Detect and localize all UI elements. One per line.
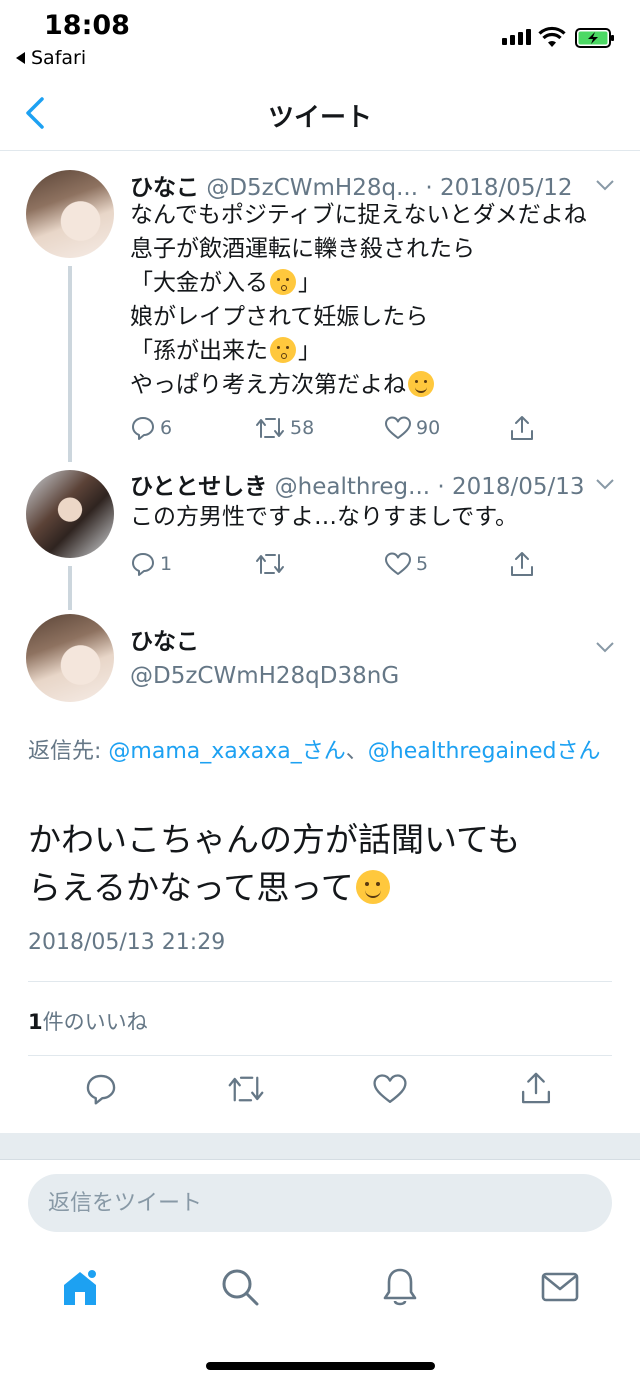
tab-bar bbox=[0, 1249, 640, 1329]
retweet-icon bbox=[256, 418, 284, 438]
divider bbox=[28, 981, 612, 982]
tweet-header: ひととせしき @healthreg... · 2018/05/13 bbox=[130, 467, 585, 501]
notifications-icon[interactable] bbox=[378, 1265, 422, 1309]
tweet-line-part: 」 bbox=[298, 338, 321, 364]
tweet-line: 息子が飲酒運転に轢き殺されたら bbox=[130, 236, 475, 262]
like-button[interactable]: 90 bbox=[384, 415, 508, 441]
section-separator bbox=[0, 1133, 640, 1159]
tweet-header: ひなこ @D5zCWmH28q... · 2018/05/12 bbox=[130, 168, 573, 202]
chevron-down-icon[interactable] bbox=[594, 477, 616, 491]
tweet-meta: @healthreg... · 2018/05/13 bbox=[274, 474, 585, 500]
reply-button[interactable]: 1 bbox=[130, 551, 254, 577]
reply-composer-bar bbox=[0, 1159, 640, 1249]
reply-to-user-link[interactable]: @healthregainedさん bbox=[368, 739, 601, 764]
share-button[interactable] bbox=[508, 550, 536, 578]
main-tweet-line-part: らえるかなって思って bbox=[28, 868, 354, 907]
battery-charging-icon bbox=[575, 28, 614, 48]
tweet-text: この方男性ですよ…なりすましです。 bbox=[130, 504, 519, 530]
tweet-line-part: 「大金が入る bbox=[130, 270, 268, 296]
retweet-button[interactable] bbox=[254, 551, 384, 577]
avatar[interactable] bbox=[26, 614, 114, 702]
cellular-signal-icon bbox=[502, 29, 531, 45]
likes-count: 1 bbox=[28, 1010, 43, 1034]
likes-summary[interactable]: 1件のいいね bbox=[28, 1006, 148, 1036]
tweet-author-name[interactable]: ひなこ bbox=[130, 625, 399, 659]
share-icon[interactable] bbox=[518, 1070, 554, 1106]
back-app-label: Safari bbox=[31, 47, 87, 69]
reply-to-user-link[interactable]: @mama_xaxaxa_さん bbox=[108, 739, 345, 764]
retweet-icon[interactable] bbox=[226, 1072, 266, 1106]
tweet-author-handle[interactable]: @D5zCWmH28qD38nG bbox=[130, 659, 399, 693]
like-count: 5 bbox=[416, 553, 429, 575]
tweet-line: やっぱり考え方次第だよね bbox=[130, 368, 587, 402]
tweet-line: 「大金が入る 」 bbox=[130, 266, 587, 300]
chevron-down-icon[interactable] bbox=[594, 178, 616, 192]
thread-line bbox=[68, 566, 72, 610]
reply-button[interactable]: 6 bbox=[130, 415, 254, 441]
share-icon bbox=[511, 416, 533, 440]
wifi-icon bbox=[538, 26, 566, 47]
kissing-face-emoji-icon bbox=[270, 337, 296, 363]
avatar[interactable] bbox=[26, 170, 114, 258]
back-to-app-link[interactable]: Safari bbox=[16, 47, 86, 69]
main-tweet-actions bbox=[0, 1072, 640, 1122]
reply-input[interactable] bbox=[28, 1174, 612, 1232]
heart-icon bbox=[385, 552, 411, 575]
main-tweet-text: かわいこちゃんの方が話聞いても らえるかなって思って bbox=[28, 816, 618, 912]
reply-to-separator: 、 bbox=[345, 739, 368, 764]
kissing-face-emoji-icon bbox=[270, 269, 296, 295]
status-bar: 18:08 Safari bbox=[0, 0, 640, 75]
navigation-bar: ツイート bbox=[0, 75, 640, 151]
smiling-face-emoji-icon bbox=[408, 371, 434, 397]
share-button[interactable] bbox=[508, 414, 536, 442]
heart-icon[interactable] bbox=[372, 1072, 408, 1106]
winking-face-emoji-icon bbox=[355, 870, 390, 904]
chevron-down-icon[interactable] bbox=[594, 640, 616, 654]
like-count: 90 bbox=[416, 417, 441, 439]
reply-icon bbox=[132, 417, 154, 440]
tweet-actions: 6 58 90 bbox=[130, 414, 536, 442]
thread-line bbox=[68, 266, 72, 462]
tweet-timestamp: 2018/05/13 21:29 bbox=[28, 930, 226, 955]
reply-count: 6 bbox=[160, 417, 173, 439]
tweet-line: 「孫が出来た 」 bbox=[130, 334, 587, 368]
status-time: 18:08 bbox=[44, 10, 130, 41]
tweet-line-part: やっぱり考え方次第だよね bbox=[130, 372, 406, 398]
heart-icon bbox=[385, 416, 411, 439]
likes-label: 件のいいね bbox=[42, 1010, 148, 1034]
tweet-author-name[interactable]: ひととせしき bbox=[130, 474, 267, 500]
tweet-line: 娘がレイプされて妊娠したら bbox=[130, 304, 429, 330]
retweet-button[interactable]: 58 bbox=[254, 415, 384, 441]
divider bbox=[28, 1055, 612, 1056]
share-icon bbox=[511, 552, 533, 576]
main-tweet-author: ひなこ @D5zCWmH28qD38nG bbox=[130, 625, 399, 693]
home-icon[interactable] bbox=[58, 1265, 102, 1309]
reply-to-line: 返信先: @mama_xaxaxa_さん、@healthregainedさん bbox=[28, 736, 618, 768]
reply-to-prefix: 返信先: bbox=[28, 739, 109, 764]
main-tweet-line: かわいこちゃんの方が話聞いても bbox=[28, 820, 521, 859]
reply-count: 1 bbox=[160, 553, 173, 575]
retweet-icon bbox=[256, 554, 284, 574]
main-tweet-line: らえるかなって思って bbox=[28, 864, 618, 912]
tweet-text: なんでもポジティブに捉えないとダメだよね 息子が飲酒運転に轢き殺されたら 「大金… bbox=[130, 198, 587, 402]
tweet-line-part: 」 bbox=[298, 270, 321, 296]
tweet-actions: 1 5 bbox=[130, 550, 536, 578]
search-icon[interactable] bbox=[218, 1265, 262, 1309]
retweet-count: 58 bbox=[290, 417, 315, 439]
tweet-line-part: 「孫が出来た bbox=[130, 338, 268, 364]
messages-icon[interactable] bbox=[538, 1265, 582, 1309]
reply-icon bbox=[132, 553, 154, 576]
page-title: ツイート bbox=[267, 103, 372, 133]
reply-icon[interactable] bbox=[84, 1072, 118, 1106]
avatar[interactable] bbox=[26, 470, 114, 558]
home-indicator[interactable] bbox=[206, 1362, 435, 1370]
tweet-line: なんでもポジティブに捉えないとダメだよね bbox=[130, 202, 587, 228]
back-triangle-icon bbox=[16, 52, 25, 64]
like-button[interactable]: 5 bbox=[384, 551, 508, 577]
